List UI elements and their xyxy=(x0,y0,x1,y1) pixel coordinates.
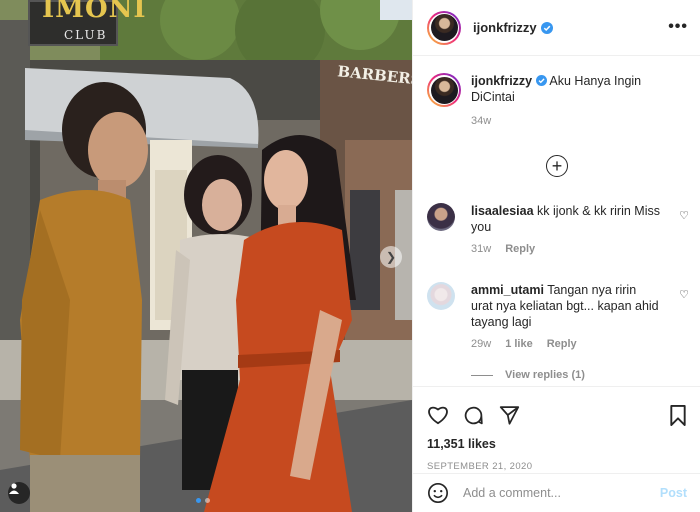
load-more-comments-button[interactable]: + xyxy=(546,155,568,177)
comments-section[interactable]: ijonkfrizzy Aku Hanya Ingin DiCintai 34w… xyxy=(413,57,700,385)
comment-like-heart-icon[interactable]: ♡ xyxy=(679,288,689,301)
view-replies-button[interactable]: View replies (1) xyxy=(471,369,585,381)
imoni-club-sign: IMONI CLUB xyxy=(28,0,146,46)
action-buttons-row xyxy=(427,395,687,435)
bookmark-icon[interactable] xyxy=(669,405,687,426)
comment-input[interactable] xyxy=(463,486,653,500)
post-date[interactable]: SEPTEMBER 21, 2020 xyxy=(427,461,687,472)
caption-time[interactable]: 34w xyxy=(471,113,661,129)
verified-badge-icon xyxy=(535,75,547,86)
reply-button[interactable]: Reply xyxy=(547,336,577,352)
barbershop-sign: BARBERSHOP xyxy=(336,62,412,93)
chevron-right-icon: ❯ xyxy=(385,250,397,264)
imoni-sign-text: IMONI xyxy=(42,0,147,24)
user-icon xyxy=(9,483,19,494)
reply-button[interactable]: Reply xyxy=(505,241,535,257)
club-sign-text: CLUB xyxy=(64,28,108,42)
comment-item: lisaalesiaa kk ijonk & kk ririn Miss you… xyxy=(427,203,689,257)
caption: ijonkfrizzy Aku Hanya Ingin DiCintai 34w xyxy=(413,57,700,129)
likes-count[interactable]: 11,351 likes xyxy=(427,437,687,451)
avatar[interactable] xyxy=(427,10,461,45)
post-comment-button[interactable]: Post xyxy=(660,486,687,500)
carousel-dot xyxy=(205,498,210,503)
comment-like-count[interactable]: 1 like xyxy=(505,336,533,352)
caption-username[interactable]: ijonkfrizzy xyxy=(471,74,532,88)
commenter-avatar[interactable] xyxy=(427,203,455,231)
add-comment-bar: Post xyxy=(413,473,700,512)
heart-icon[interactable] xyxy=(427,405,449,425)
carousel-dots xyxy=(196,498,210,503)
post-header: ijonkfrizzy ••• xyxy=(413,0,700,56)
comment-username[interactable]: lisaalesiaa xyxy=(471,204,534,218)
header-username[interactable]: ijonkfrizzy xyxy=(473,20,537,35)
share-icon[interactable] xyxy=(499,405,520,425)
plus-icon: + xyxy=(551,156,563,176)
emoji-icon[interactable] xyxy=(427,482,449,504)
caption-avatar[interactable] xyxy=(427,73,461,107)
comment-like-heart-icon[interactable]: ♡ xyxy=(679,209,689,222)
comment-time[interactable]: 31w xyxy=(471,241,491,257)
replies-divider xyxy=(471,374,493,376)
carousel-next-button[interactable]: ❯ xyxy=(380,246,402,268)
commenter-avatar[interactable] xyxy=(427,282,455,310)
more-options-icon[interactable]: ••• xyxy=(668,18,688,36)
comment-username[interactable]: ammi_utami xyxy=(471,283,544,297)
carousel-dot xyxy=(196,498,201,503)
post-actions: 11,351 likes SEPTEMBER 21, 2020 xyxy=(413,386,700,472)
comment-time[interactable]: 29w xyxy=(471,336,491,352)
tagged-users-button[interactable] xyxy=(8,482,30,504)
comment-item: ammi_utami Tangan nya ririn urat nya kel… xyxy=(427,282,689,352)
verified-badge-icon xyxy=(540,21,553,34)
post-details-panel: ijonkfrizzy ••• ijonkfrizzy Aku Hanya In… xyxy=(412,0,700,512)
comment-icon[interactable] xyxy=(463,405,484,426)
view-replies-label: View replies (1) xyxy=(505,369,585,381)
post-photo[interactable]: IMONI CLUB BARBERSHOP ❯ xyxy=(0,0,412,512)
